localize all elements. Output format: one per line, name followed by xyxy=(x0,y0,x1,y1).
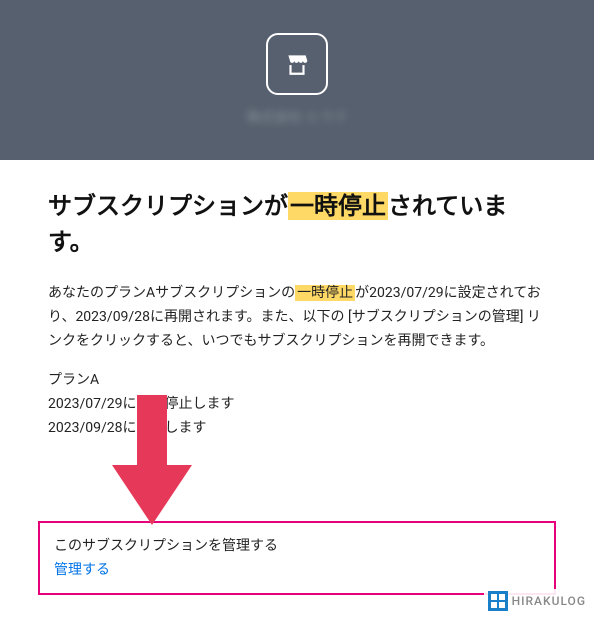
description-text: あなたのプランAサブスクリプションの一時停止が2023/07/29に設定されてお… xyxy=(48,282,546,353)
desc-part1: あなたのプランAサブスクリプションの xyxy=(48,285,295,301)
store-icon-box xyxy=(266,33,328,95)
desc-highlight: 一時停止 xyxy=(295,285,355,301)
header-banner: 株式会社 ヒラク xyxy=(0,0,594,160)
page-title: サブスクリプションが一時停止されています。 xyxy=(48,188,546,260)
title-prefix: サブスクリプションが xyxy=(48,192,288,220)
header-blurred-text: 株式会社 ヒラク xyxy=(246,107,347,127)
content-area: サブスクリプションが一時停止されています。 あなたのプランAサブスクリプションの… xyxy=(0,160,594,521)
manage-section-title: このサブスクリプションを管理する xyxy=(54,535,540,555)
store-icon xyxy=(283,51,311,77)
manage-subscription-box: このサブスクリプションを管理する 管理する xyxy=(38,521,556,595)
manage-link[interactable]: 管理する xyxy=(54,562,110,578)
watermark-icon xyxy=(488,591,508,611)
down-arrow-icon xyxy=(112,395,192,525)
watermark: HIRAKULOG xyxy=(484,589,590,613)
title-highlight: 一時停止 xyxy=(288,192,388,220)
plan-name: プランA xyxy=(48,369,546,393)
watermark-text: HIRAKULOG xyxy=(512,594,586,608)
arrow-annotation xyxy=(112,395,192,529)
